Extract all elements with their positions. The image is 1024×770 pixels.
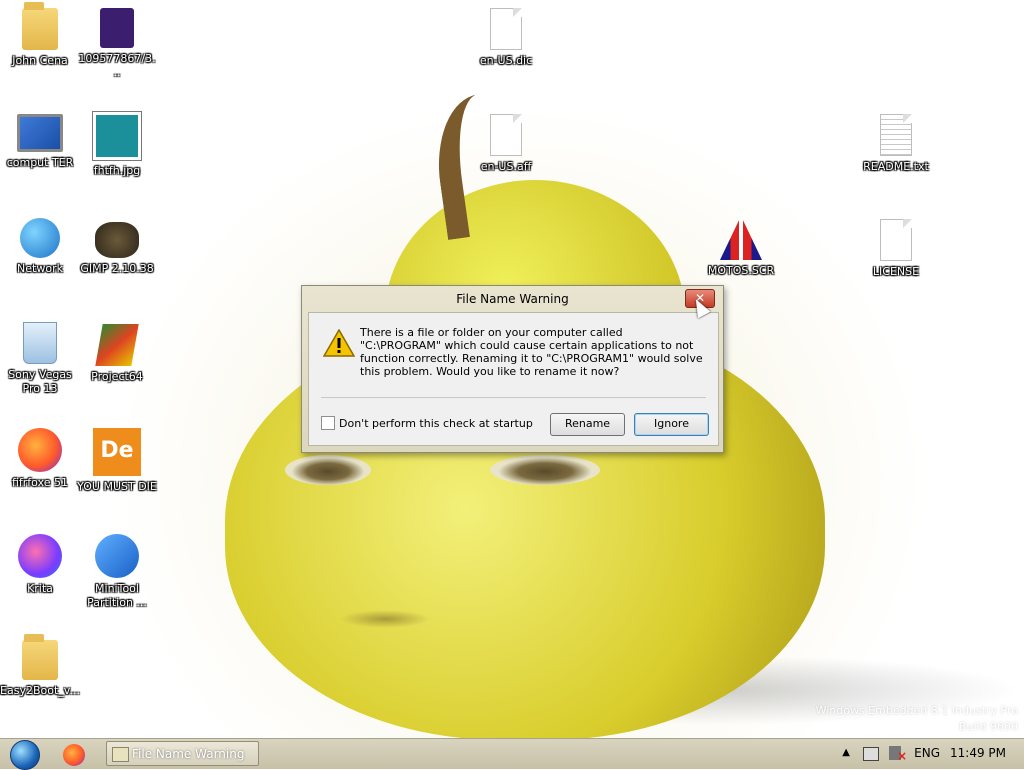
wallpaper-right-eye [490, 455, 600, 485]
desktop-icon-project64[interactable]: Project64 [77, 324, 157, 384]
desktop-icon-label: Easy2Boot_v... [0, 684, 80, 697]
recycle-bin-icon [23, 322, 57, 364]
taskbar-task-label: File Name Warning [132, 747, 245, 761]
window-icon [112, 747, 129, 762]
warning-icon [323, 329, 355, 357]
desktop-icon-john-cena[interactable]: John Cena [0, 2, 80, 68]
you-must-die-icon: De [93, 428, 141, 476]
desktop-icon-label: MOTOS.SCR [707, 264, 775, 277]
desktop-icon-label: Project64 [91, 370, 143, 383]
desktop-icon-krita[interactable]: Krita [0, 534, 80, 596]
desktop-icon-motos-scr[interactable]: MOTOS.SCR [701, 216, 781, 278]
dialog-title: File Name Warning [456, 292, 569, 306]
taskbar: File Name Warning ▲ ENG 11:49 PM [0, 738, 1024, 770]
desktop-icon-label: Krita [27, 582, 53, 595]
dialog-separator [321, 397, 706, 398]
desktop-icon-firefox[interactable]: fifrfoxe 51 [0, 428, 80, 490]
firefox-pinned-icon[interactable] [63, 744, 85, 766]
desktop-icon-computer[interactable]: comput TER [0, 114, 80, 170]
desktop-icon-label: comput TER [6, 156, 74, 169]
start-button[interactable] [6, 739, 44, 770]
document-icon [490, 114, 522, 156]
desktop-icon-license[interactable]: LICENSE [856, 219, 936, 279]
desktop-icon-label: fifrfoxe 51 [11, 476, 69, 489]
network-tray-icon[interactable] [863, 747, 879, 761]
wallpaper-left-eye [285, 455, 371, 485]
computer-icon [17, 114, 63, 152]
desktop-icon-label: GIMP 2.10.38 [80, 262, 154, 275]
taskbar-task-file-name-warning[interactable]: File Name Warning [106, 741, 259, 766]
desktop-icon-en-us-dic[interactable]: en-US.dic [466, 8, 546, 68]
desktop-icon-label: LICENSE [872, 265, 920, 278]
firefox-file-icon [100, 8, 134, 48]
desktop-icon-minitool[interactable]: MiniTool Partition ... [77, 534, 157, 610]
desktop-icon-label: YOU MUST DIE [77, 480, 157, 493]
startup-checkbox[interactable] [321, 416, 335, 430]
dialog-body: There is a file or folder on your comput… [308, 312, 719, 446]
wallpaper-mouth [340, 610, 430, 628]
folder-icon [22, 2, 58, 50]
folder-icon [22, 634, 58, 680]
desktop-icon-label: README.txt [863, 160, 929, 173]
network-icon [20, 218, 60, 258]
image-file-icon [93, 112, 141, 160]
desktop-icon-sony-vegas[interactable]: Sony Vegas Pro 13 [0, 322, 80, 396]
desktop-icon-label: Network [17, 262, 63, 275]
watermark-edition: Windows Embedded 8.1 Industry Pro [815, 704, 1018, 717]
system-tray: ▲ ENG 11:49 PM [804, 739, 1024, 769]
language-indicator[interactable]: ENG [914, 746, 940, 760]
desktop-icon-label: en-US.aff [480, 160, 532, 173]
show-hidden-icons-icon[interactable]: ▲ [842, 747, 850, 758]
desktop-icon-label: John Cena [12, 54, 68, 67]
desktop-icon-you-must-die[interactable]: De YOU MUST DIE [77, 428, 157, 494]
krita-icon [18, 534, 62, 578]
desktop-icon-label: fhtfh.jpg [93, 164, 141, 177]
gimp-icon [95, 222, 139, 258]
desktop-icon-easy2boot[interactable]: Easy2Boot_v... [0, 634, 80, 698]
desktop-icon-label: 109577867/3... [78, 52, 156, 79]
file-name-warning-dialog: File Name Warning ✕ There is a file or f… [301, 285, 724, 453]
desktop-icon-gimp[interactable]: GIMP 2.10.38 [77, 222, 157, 276]
windows-logo-icon [10, 740, 40, 770]
screensaver-icon [720, 216, 762, 260]
desktop-icon-label: en-US.dic [479, 54, 533, 67]
desktop-icon-readme-txt[interactable]: README.txt [856, 114, 936, 174]
desktop-icon-10957[interactable]: 109577867/3... [77, 8, 157, 80]
startup-check-option[interactable]: Don't perform this check at startup [321, 416, 533, 430]
windows-watermark: Windows Embedded 8.1 Industry Pro Build … [816, 703, 1018, 735]
text-file-icon [880, 114, 912, 156]
document-icon [490, 8, 522, 50]
desktop-icon-label: MiniTool Partition ... [87, 582, 147, 609]
volume-muted-icon[interactable] [889, 746, 907, 763]
clock[interactable]: 11:49 PM [950, 746, 1006, 760]
project64-icon [95, 324, 139, 366]
minitool-wizard-icon [95, 534, 139, 578]
watermark-build: Build 9600 [958, 720, 1018, 733]
desktop-icon-network[interactable]: Network [0, 218, 80, 276]
desktop-icon-fhtfh-jpg[interactable]: fhtfh.jpg [77, 112, 157, 178]
rename-button[interactable]: Rename [550, 413, 625, 436]
ignore-button[interactable]: Ignore [634, 413, 709, 436]
dialog-message: There is a file or folder on your comput… [360, 326, 703, 378]
desktop-icon-en-us-aff[interactable]: en-US.aff [466, 114, 546, 174]
document-icon [880, 219, 912, 261]
desktop-icon-label: Sony Vegas Pro 13 [8, 368, 72, 395]
firefox-icon [18, 428, 62, 472]
startup-checkbox-label: Don't perform this check at startup [339, 416, 533, 430]
